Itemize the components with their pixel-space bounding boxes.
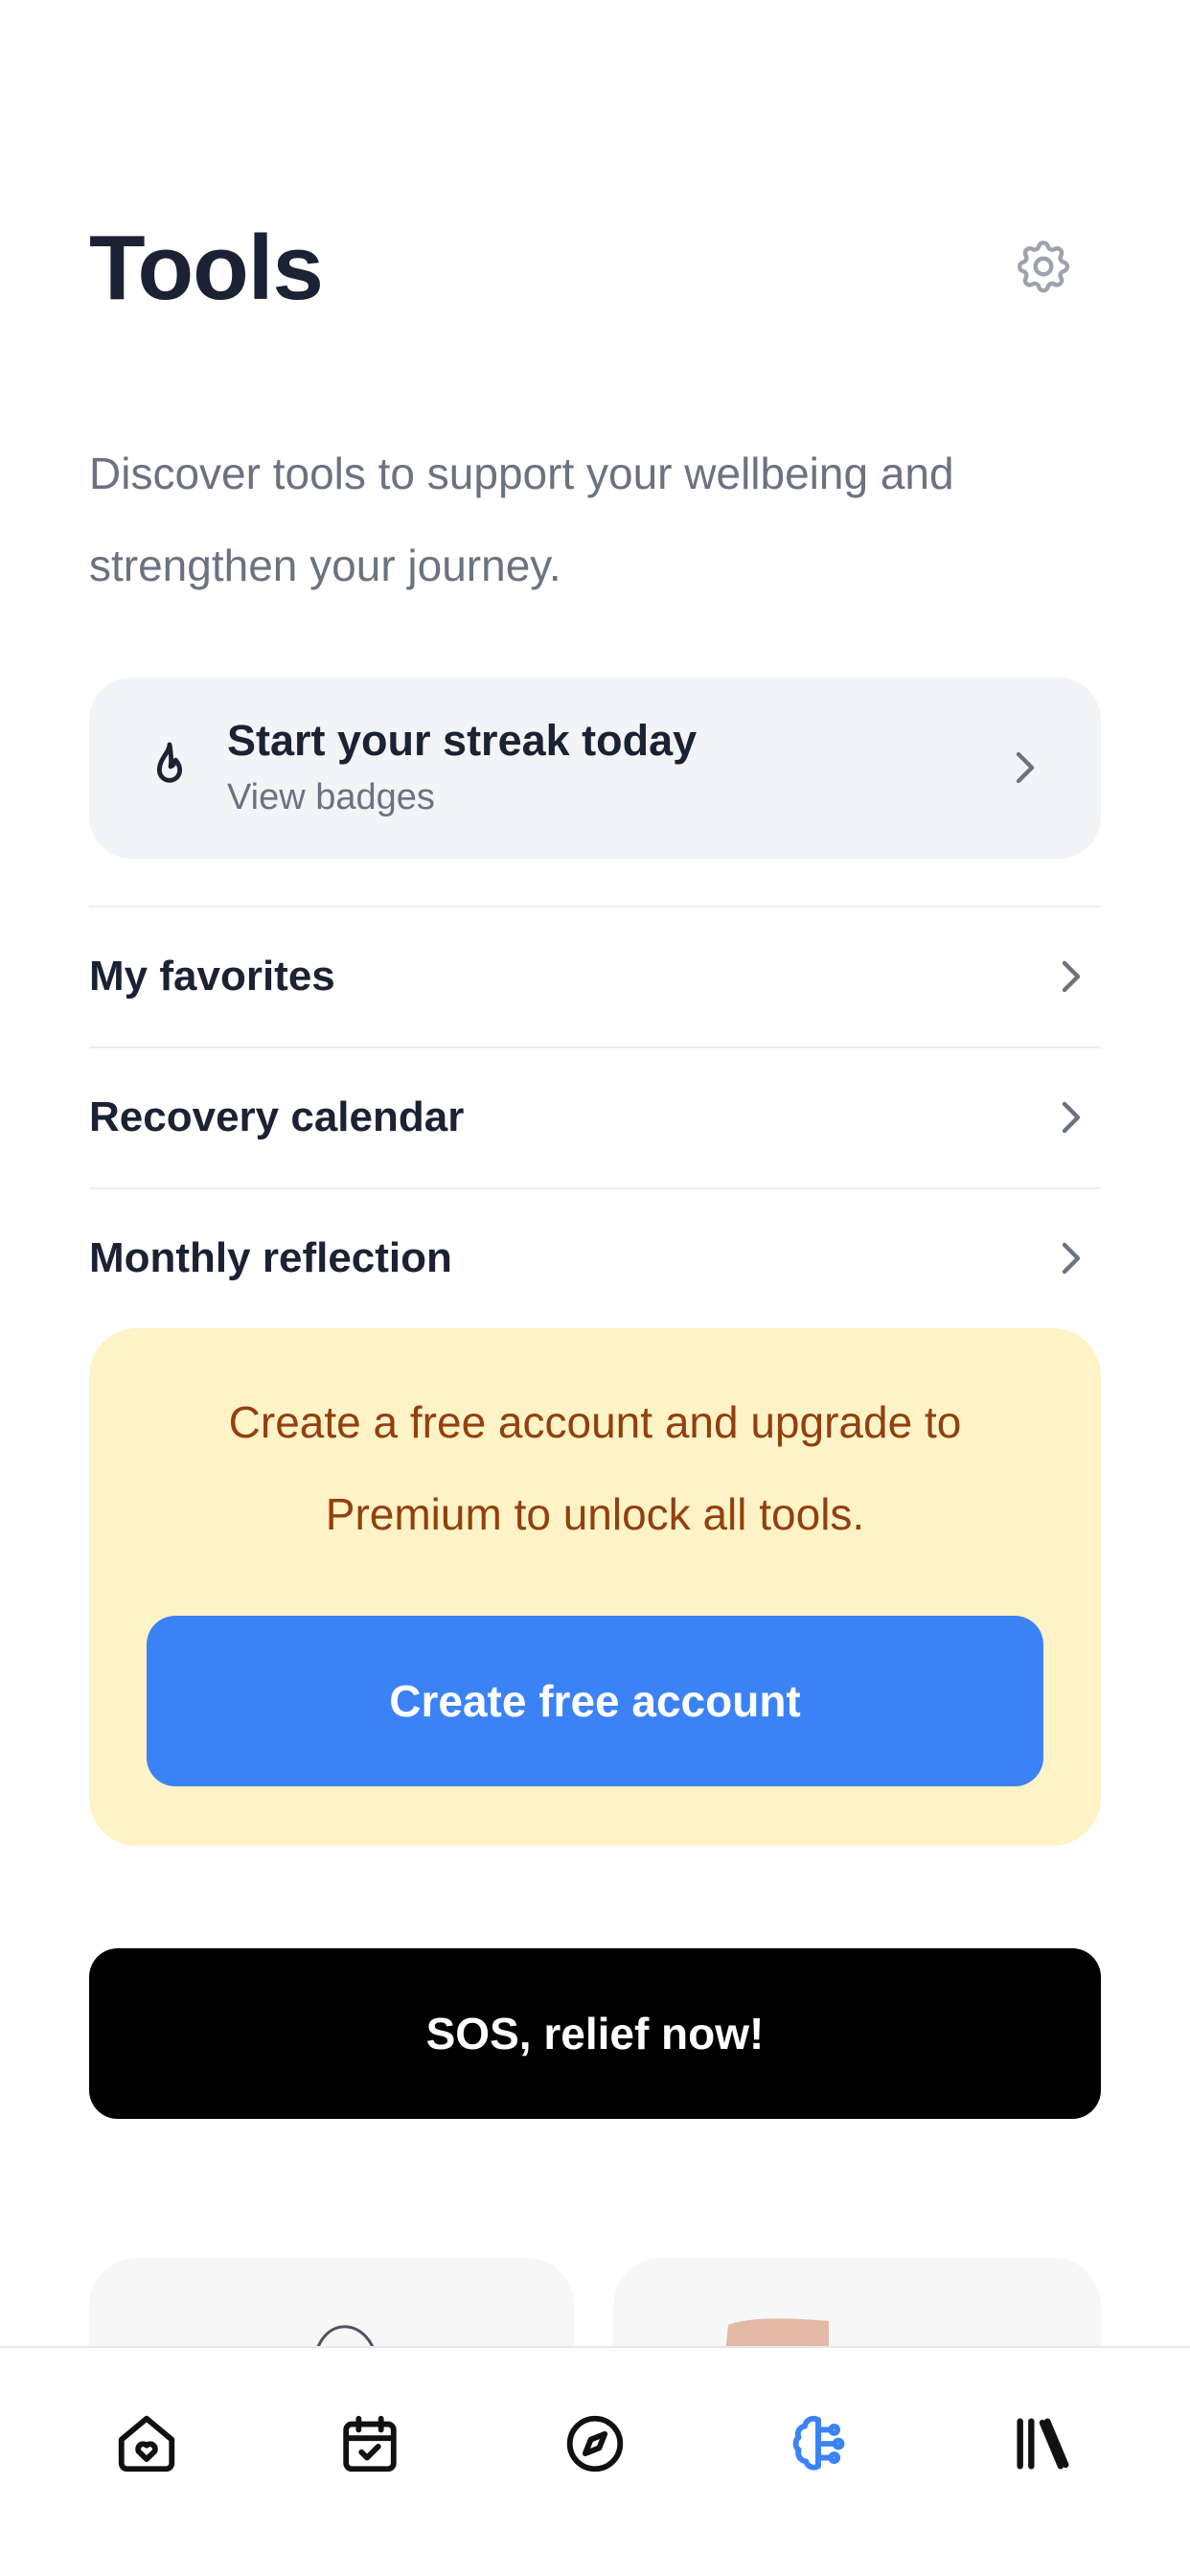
create-free-account-button[interactable]: Create free account [147,1616,1043,1786]
calendar-check-icon [343,2415,397,2472]
page-subtitle: Discover tools to support your wellbeing… [89,448,954,590]
chevron-right-icon [1062,1101,1081,1134]
nav-home[interactable] [89,2386,204,2501]
promo-text: Create a free account and upgrade to Pre… [228,1397,962,1539]
nav-library[interactable] [985,2386,1100,2501]
tools-screen: Tools Discover tools to support your wel… [0,0,1190,2576]
flame-icon [156,742,183,783]
nav-calendar[interactable] [312,2386,427,2501]
gear-icon [1017,241,1070,293]
menu-item-favorites[interactable]: My favorites [89,906,1101,1046]
menu-item-label: Monthly reflection [89,1234,452,1281]
premium-promo-card: Create a free account and upgrade to Pre… [89,1328,1101,1846]
bottom-navigation [0,2346,1190,2576]
nav-explore[interactable] [538,2386,652,2501]
compass-icon [566,2415,624,2472]
chevron-right-icon [1062,960,1081,993]
page-title: Tools [89,217,324,319]
nav-tools[interactable] [761,2386,876,2501]
streak-title: Start your streak today [227,716,698,765]
tools-menu-list: My favorites Recovery calendar Monthly r… [89,906,1101,1328]
streak-card[interactable]: Start your streak today View badges [89,678,1101,859]
home-heart-icon [118,2415,175,2472]
settings-button[interactable] [1005,228,1082,305]
chevron-right-icon [1016,751,1035,784]
menu-item-label: My favorites [89,953,335,1000]
menu-item-monthly-reflection[interactable]: Monthly reflection [89,1187,1101,1328]
menu-item-label: Recovery calendar [89,1093,465,1140]
sos-relief-button[interactable]: SOS, relief now! [89,1948,1101,2119]
library-icon [1017,2418,1069,2470]
brain-tools-icon [792,2415,845,2471]
chevron-right-icon [1062,1242,1081,1275]
menu-item-recovery-calendar[interactable]: Recovery calendar [89,1046,1101,1187]
header: Tools [89,211,1101,326]
view-badges-link: View badges [227,777,435,817]
